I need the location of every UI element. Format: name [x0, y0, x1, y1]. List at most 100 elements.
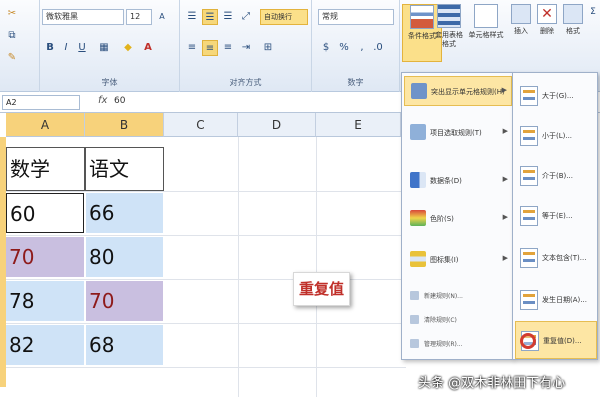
submenu-item-equal-to[interactable]: 等于(E)... — [515, 197, 597, 235]
border-icon[interactable]: ▦ — [96, 40, 112, 56]
format-as-table-button[interactable]: 套用表格格式 — [432, 4, 466, 62]
formula-input[interactable]: 60 — [114, 96, 125, 106]
menu-item-label: 清除规则(C) — [424, 317, 457, 324]
click-cursor-indicator — [520, 333, 536, 349]
submenu-item-label: 小于(L)... — [542, 132, 573, 140]
column-header-a[interactable]: A — [6, 113, 85, 137]
menu-item-data-bars[interactable]: 数据条(D) ▶ — [404, 166, 512, 196]
less-than-icon — [520, 126, 538, 146]
grow-font-icon[interactable]: A — [154, 9, 170, 25]
insert-label: 插入 — [514, 27, 528, 35]
chevron-right-icon: ▶ — [501, 86, 507, 94]
align-bottom-icon[interactable]: ☰ — [220, 9, 236, 25]
wrap-text-button[interactable]: 自动换行 — [260, 9, 308, 25]
cell-b4[interactable]: 70 — [86, 281, 163, 321]
merge-center-icon[interactable]: ⊞ — [260, 40, 276, 56]
align-center-icon[interactable]: ≡ — [202, 40, 218, 56]
name-box[interactable]: A2 — [2, 95, 80, 110]
cell-a5[interactable]: 82 — [6, 325, 84, 365]
menu-item-clear-rules[interactable]: 清除规则(C) — [406, 313, 510, 327]
font-color-icon[interactable]: A — [140, 40, 156, 56]
bold-button[interactable]: B — [42, 40, 58, 56]
column-header-d[interactable]: D — [238, 113, 316, 137]
comma-icon[interactable]: , — [354, 40, 370, 56]
font-group: 微软雅黑 12 A B I U ▦ ◆ A 字体 — [40, 0, 180, 92]
cell-a4[interactable]: 78 — [6, 281, 84, 321]
highlight-rules-submenu: 大于(G)... 小于(L)... 介于(B)... 等于(E)... 文本包含… — [512, 72, 598, 360]
submenu-item-less-than[interactable]: 小于(L)... — [515, 117, 597, 155]
cell-a1[interactable]: 数学 — [6, 147, 85, 191]
indent-icon[interactable]: ⇥ — [238, 40, 254, 56]
align-left-icon[interactable]: ≡ — [184, 40, 200, 56]
cell-b5[interactable]: 68 — [86, 325, 163, 365]
date-occurring-icon — [520, 290, 538, 310]
number-format-box[interactable]: 常规 — [318, 9, 394, 25]
cell-a2[interactable]: 60 — [6, 193, 84, 233]
font-size-box[interactable]: 12 — [126, 9, 152, 25]
italic-button[interactable]: I — [58, 40, 74, 56]
cut-icon[interactable]: ✂ — [4, 6, 20, 22]
underline-button[interactable]: U — [74, 40, 90, 56]
gridline — [238, 137, 239, 397]
menu-item-color-scales[interactable]: 色阶(S) ▶ — [404, 204, 512, 234]
conditional-formatting-menu: 突出显示单元格规则(H) ▶ 项目选取规则(T) ▶ 数据条(D) ▶ 色阶(S… — [401, 72, 513, 360]
cell-b2[interactable]: 66 — [86, 193, 163, 233]
gridline — [6, 323, 406, 324]
menu-item-top-bottom-rules[interactable]: 项目选取规则(T) ▶ — [404, 118, 512, 148]
fill-color-icon[interactable]: ◆ — [120, 40, 136, 56]
font-name-box[interactable]: 微软雅黑 — [42, 9, 124, 25]
format-button[interactable]: 格式 — [560, 4, 586, 62]
submenu-item-date-occurring[interactable]: 发生日期(A)... — [515, 281, 597, 319]
fx-icon[interactable]: fx — [98, 95, 107, 106]
cell-b1[interactable]: 语文 — [85, 147, 164, 191]
data-bars-icon — [410, 172, 426, 188]
manage-rules-icon — [410, 339, 419, 348]
menu-item-icon-sets[interactable]: 图标集(I) ▶ — [404, 245, 512, 275]
currency-icon[interactable]: $ — [318, 40, 334, 56]
menu-item-label: 图标集(I) — [430, 256, 459, 264]
top-bottom-rules-icon — [410, 124, 426, 140]
insert-button[interactable]: 插入 — [508, 4, 534, 62]
color-scales-icon — [410, 210, 426, 226]
cell-styles-button[interactable]: 单元格样式 — [466, 4, 506, 62]
new-rule-icon — [410, 291, 419, 300]
font-group-label: 字体 — [101, 78, 118, 87]
gridline — [6, 235, 406, 236]
menu-item-label: 色阶(S) — [430, 215, 454, 223]
column-header-b[interactable]: B — [85, 113, 164, 137]
format-painter-icon[interactable]: ✎ — [4, 50, 20, 66]
icon-sets-icon — [410, 251, 426, 267]
clipboard-group: ✂ ⧉ ✎ — [0, 0, 40, 92]
align-right-icon[interactable]: ≡ — [220, 40, 236, 56]
copy-icon[interactable]: ⧉ — [4, 28, 20, 44]
table-icon — [437, 4, 461, 28]
delete-label: 删除 — [540, 27, 554, 35]
menu-item-new-rule[interactable]: 新建规则(N)... — [406, 289, 510, 303]
column-header-c[interactable]: C — [164, 113, 238, 137]
orientation-icon[interactable]: ⤢ — [238, 9, 254, 25]
menu-item-label: 新建规则(N)... — [424, 293, 463, 300]
duplicate-values-callout: 重复值 — [293, 272, 350, 306]
cell-b3[interactable]: 80 — [86, 237, 163, 277]
gridline — [6, 367, 406, 368]
submenu-item-label: 等于(E)... — [542, 212, 573, 220]
menu-item-label: 突出显示单元格规则(H) — [431, 88, 505, 96]
cell-styles-label: 单元格样式 — [468, 31, 504, 39]
menu-item-label: 管理规则(R)... — [424, 341, 463, 348]
menu-item-manage-rules[interactable]: 管理规则(R)... — [406, 337, 510, 351]
autosum-icon[interactable]: Σ — [585, 4, 600, 20]
decimal-icon[interactable]: .0 — [370, 40, 386, 56]
column-header-e[interactable]: E — [316, 113, 401, 137]
submenu-item-text-contains[interactable]: 文本包含(T)... — [515, 239, 597, 277]
percent-icon[interactable]: % — [336, 40, 352, 56]
align-middle-icon[interactable]: ☰ — [202, 9, 218, 25]
chevron-right-icon: ▶ — [502, 127, 508, 135]
submenu-item-label: 介于(B)... — [542, 172, 573, 180]
menu-item-highlight-cells-rules[interactable]: 突出显示单元格规则(H) ▶ — [404, 76, 512, 106]
align-top-icon[interactable]: ☰ — [184, 9, 200, 25]
submenu-item-between[interactable]: 介于(B)... — [515, 157, 597, 195]
cell-a3[interactable]: 70 — [6, 237, 84, 277]
format-icon — [563, 4, 583, 24]
submenu-item-greater-than[interactable]: 大于(G)... — [515, 77, 597, 115]
delete-button[interactable]: ✕ 删除 — [534, 4, 560, 62]
